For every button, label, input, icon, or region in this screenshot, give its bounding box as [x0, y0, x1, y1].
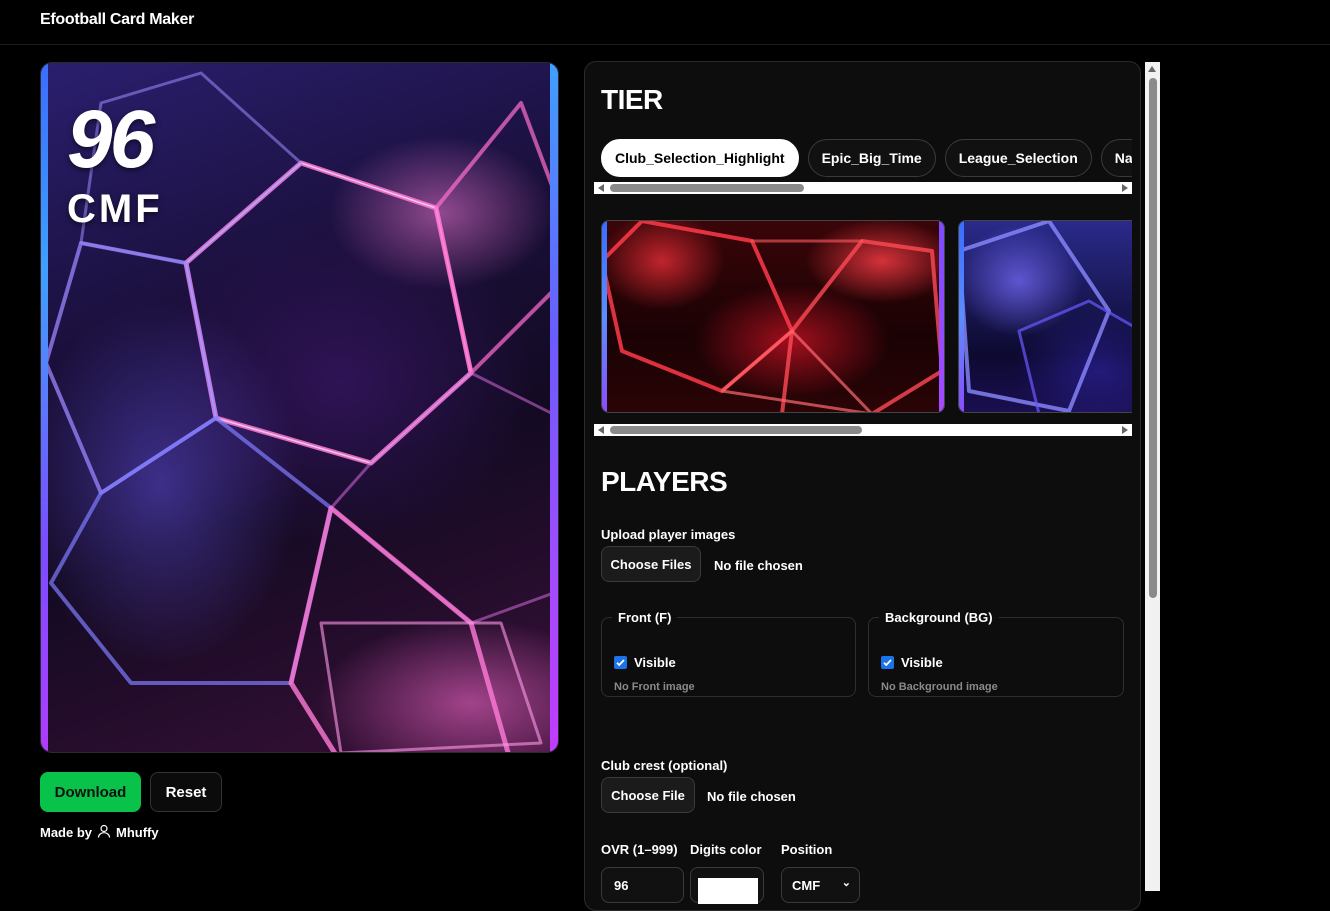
thumbnails-horizontal-scrollbar[interactable] [594, 424, 1132, 436]
position-select[interactable]: CMF ⌄ [781, 867, 860, 903]
scroll-right-arrow-icon[interactable] [1122, 184, 1128, 192]
ovr-label: OVR (1–999) [601, 842, 678, 857]
tier-option-club-selection-highlight[interactable]: Club_Selection_Highlight [601, 139, 799, 177]
front-empty-text: No Front image [614, 681, 695, 693]
scrollbar-thumb[interactable] [610, 184, 804, 192]
choose-files-button[interactable]: Choose Files [601, 546, 701, 582]
upload-player-images-label: Upload player images [601, 527, 736, 542]
made-by-label: Made by [40, 825, 93, 840]
front-image-group: Front (F) Visible No Front image [601, 610, 856, 697]
app-title: Efootball Card Maker [40, 11, 195, 28]
background-thumbnail-red[interactable] [601, 220, 945, 413]
front-legend: Front (F) [618, 610, 672, 625]
scrollbar-thumb[interactable] [610, 426, 862, 434]
top-bar: Efootball Card Maker [0, 0, 1330, 45]
background-visible-label: Visible [901, 655, 943, 670]
digits-color-picker[interactable] [690, 867, 764, 904]
scroll-right-arrow-icon[interactable] [1122, 426, 1128, 434]
made-by-credit: Made by Mhuffy [40, 824, 159, 841]
scroll-left-arrow-icon[interactable] [598, 184, 604, 192]
card-position: CMF [67, 187, 163, 231]
tier-option-league-selection[interactable]: League_Selection [944, 139, 1092, 177]
color-swatch [698, 878, 758, 904]
front-visible-checkbox[interactable]: Visible [614, 655, 676, 670]
tier-options: Club_Selection_Highlight Epic_Big_Time L… [601, 139, 1132, 179]
card-edge-right [550, 63, 558, 752]
card-edge-left [41, 63, 48, 752]
tier-option-epic-big-time[interactable]: Epic_Big_Time [807, 139, 936, 177]
chevron-down-icon: ⌄ [841, 877, 851, 889]
scroll-left-arrow-icon[interactable] [598, 426, 604, 434]
background-visible-checkbox[interactable]: Visible [881, 655, 943, 670]
download-button[interactable]: Download [40, 772, 141, 812]
user-icon [97, 824, 111, 841]
background-empty-text: No Background image [881, 681, 998, 693]
card-ovr-number: 96 [67, 94, 155, 185]
tier-option-national[interactable]: Nati [1100, 139, 1132, 177]
page-vertical-scrollbar[interactable] [1145, 62, 1160, 891]
club-crest-label: Club crest (optional) [601, 758, 728, 773]
player-images-file-status: No file chosen [714, 558, 803, 573]
choose-crest-file-button[interactable]: Choose File [601, 777, 695, 813]
card-preview: 96 CMF [40, 62, 559, 753]
checkbox-checked-icon[interactable] [881, 656, 894, 669]
ovr-input[interactable]: 96 [601, 867, 684, 903]
reset-button[interactable]: Reset [150, 772, 222, 812]
scroll-up-arrow-icon[interactable] [1148, 66, 1156, 72]
position-label: Position [781, 842, 833, 857]
tier-heading: TIER [601, 84, 663, 115]
checkbox-checked-icon[interactable] [614, 656, 627, 669]
players-heading: PLAYERS [601, 466, 728, 497]
background-legend: Background (BG) [885, 610, 993, 625]
tier-background-thumbnails [601, 220, 1132, 416]
crest-file-status: No file chosen [707, 789, 796, 804]
tier-horizontal-scrollbar[interactable] [594, 182, 1132, 194]
background-thumbnail-blue[interactable] [958, 220, 1132, 413]
author-link[interactable]: Mhuffy [116, 825, 159, 840]
front-visible-label: Visible [634, 655, 676, 670]
background-image-group: Background (BG) Visible No Background im… [868, 610, 1124, 697]
settings-panel: TIER Club_Selection_Highlight Epic_Big_T… [584, 61, 1141, 911]
scrollbar-thumb[interactable] [1149, 78, 1157, 598]
digits-color-label: Digits color [690, 842, 762, 857]
